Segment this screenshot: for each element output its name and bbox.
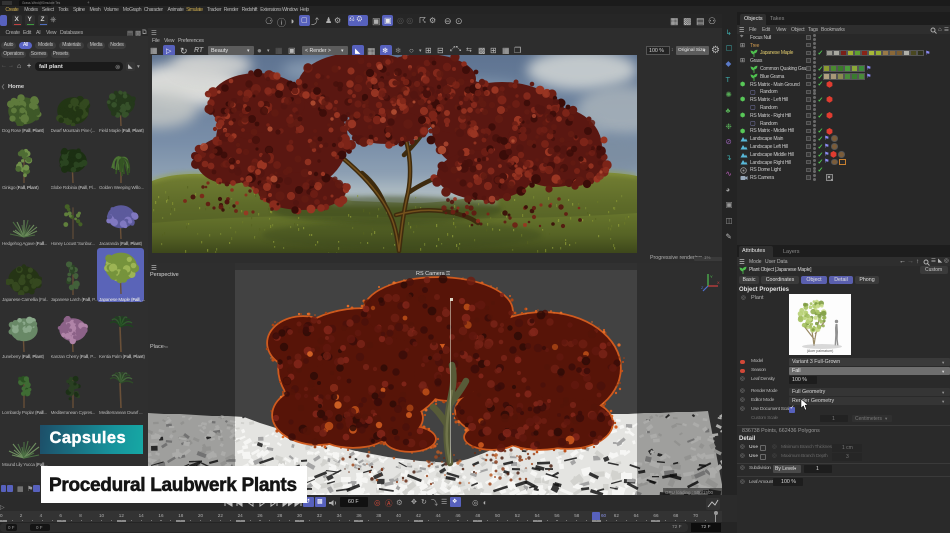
svg-text:Z: Z: [701, 285, 704, 290]
svg-text:(Acer palmatum): (Acer palmatum): [807, 349, 834, 353]
svg-text:X: X: [717, 280, 720, 285]
svg-text:Y: Y: [710, 274, 713, 279]
